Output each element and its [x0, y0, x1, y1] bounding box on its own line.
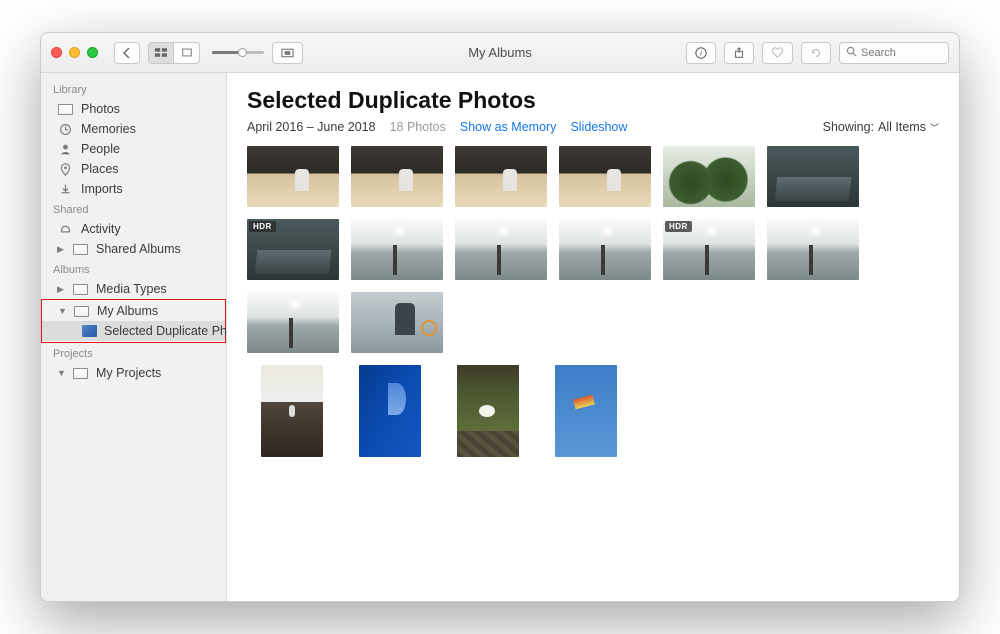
sidebar-item-shared-albums[interactable]: ▶ Shared Albums — [41, 239, 226, 259]
photo-thumb[interactable] — [767, 219, 859, 280]
slideshow-link[interactable]: Slideshow — [570, 120, 627, 134]
sidebar-item-activity[interactable]: Activity — [41, 219, 226, 239]
sidebar-heading-library: Library — [41, 79, 226, 99]
chevron-right-icon: ▶ — [57, 244, 65, 255]
sidebar-item-my-projects[interactable]: ▼ My Projects — [41, 363, 226, 383]
my-albums-icon — [73, 304, 90, 318]
sidebar-item-imports[interactable]: Imports — [41, 179, 226, 199]
share-button[interactable] — [724, 42, 754, 64]
sidebar-label: Memories — [81, 122, 136, 136]
shared-albums-icon — [72, 242, 89, 256]
sidebar-label: Places — [81, 162, 119, 176]
aspect-toggle-icon[interactable] — [272, 42, 303, 64]
photos-icon — [57, 102, 74, 116]
hdr-badge: HDR — [665, 221, 692, 232]
zoom-slider[interactable] — [212, 51, 264, 54]
photo-thumb[interactable] — [555, 365, 617, 457]
sidebar: Library Photos Memories People Places Im… — [41, 73, 227, 601]
photo-thumb[interactable] — [559, 219, 651, 280]
sidebar-item-media-types[interactable]: ▶ Media Types — [41, 279, 226, 299]
photo-thumb[interactable] — [359, 365, 421, 457]
show-as-memory-link[interactable]: Show as Memory — [460, 120, 557, 134]
people-icon — [57, 142, 74, 156]
main-content: Selected Duplicate Photos April 2016 – J… — [227, 73, 959, 601]
sidebar-label: Imports — [81, 182, 123, 196]
photo-thumb[interactable] — [663, 146, 755, 207]
photo-grid: HDR HDR — [247, 146, 939, 353]
sidebar-heading-projects: Projects — [41, 343, 226, 363]
highlighted-my-albums-section: ▼ My Albums Selected Duplicate Photos — [41, 299, 226, 343]
maximize-button[interactable] — [87, 47, 98, 58]
sidebar-item-people[interactable]: People — [41, 139, 226, 159]
photo-thumb[interactable] — [351, 146, 443, 207]
sidebar-label: Selected Duplicate Photos — [104, 324, 227, 338]
rotate-button[interactable] — [801, 42, 831, 64]
window-body: Library Photos Memories People Places Im… — [41, 73, 959, 601]
sidebar-item-places[interactable]: Places — [41, 159, 226, 179]
sidebar-item-my-albums[interactable]: ▼ My Albums — [42, 301, 225, 321]
sidebar-label: Photos — [81, 102, 120, 116]
photo-thumb[interactable] — [455, 146, 547, 207]
toolbar-left — [114, 42, 303, 64]
sidebar-heading-shared: Shared — [41, 199, 226, 219]
photo-thumb[interactable] — [247, 146, 339, 207]
my-projects-icon — [72, 366, 89, 380]
activity-icon — [57, 222, 74, 236]
photo-thumb[interactable] — [559, 146, 651, 207]
chevron-down-icon: ﹀ — [930, 121, 939, 134]
search-icon — [846, 46, 857, 60]
memories-icon — [57, 122, 74, 136]
photos-window: My Albums i Library — [40, 32, 960, 602]
page-title: Selected Duplicate Photos — [247, 87, 939, 114]
favorite-button[interactable] — [762, 42, 793, 64]
date-range: April 2016 – June 2018 — [247, 120, 376, 134]
minimize-button[interactable] — [69, 47, 80, 58]
chevron-down-icon: ▼ — [58, 306, 66, 316]
back-button[interactable] — [114, 42, 140, 64]
sidebar-label: Activity — [81, 222, 121, 236]
photo-thumb[interactable] — [247, 292, 339, 353]
photo-thumb[interactable] — [457, 365, 519, 457]
photo-thumb[interactable] — [767, 146, 859, 207]
svg-text:i: i — [700, 48, 702, 57]
showing-value: All Items — [878, 120, 926, 134]
close-button[interactable] — [51, 47, 62, 58]
sidebar-label: My Projects — [96, 366, 161, 380]
meta-row: April 2016 – June 2018 18 Photos Show as… — [247, 120, 939, 134]
info-button[interactable]: i — [686, 42, 716, 64]
window-controls — [51, 47, 98, 58]
search-field[interactable] — [839, 42, 949, 64]
view-mode-segment[interactable] — [148, 42, 200, 64]
sidebar-item-selected-duplicate-photos[interactable]: Selected Duplicate Photos — [42, 321, 225, 341]
sidebar-label: My Albums — [97, 304, 158, 318]
showing-filter[interactable]: Showing: All Items ﹀ — [823, 120, 939, 134]
showing-label: Showing: — [823, 120, 874, 134]
sidebar-heading-albums: Albums — [41, 259, 226, 279]
sidebar-item-photos[interactable]: Photos — [41, 99, 226, 119]
album-thumb-icon — [82, 324, 97, 338]
toolbar-right: i — [686, 42, 949, 64]
sidebar-item-memories[interactable]: Memories — [41, 119, 226, 139]
hdr-badge: HDR — [249, 221, 276, 232]
photo-thumb[interactable]: HDR — [247, 219, 339, 280]
imports-icon — [57, 182, 74, 196]
chevron-right-icon: ▶ — [57, 284, 65, 295]
sidebar-label: Media Types — [96, 282, 167, 296]
chevron-down-icon: ▼ — [57, 368, 65, 378]
photo-grid-row3 — [247, 365, 939, 457]
places-icon — [57, 162, 74, 176]
photo-thumb[interactable] — [455, 219, 547, 280]
photo-thumb[interactable] — [351, 219, 443, 280]
photo-count: 18 Photos — [390, 120, 446, 134]
view-thumbnail-icon[interactable] — [148, 42, 174, 64]
photo-thumb[interactable]: HDR — [663, 219, 755, 280]
photo-thumb[interactable] — [261, 365, 323, 457]
search-input[interactable] — [861, 47, 942, 59]
photo-thumb[interactable] — [351, 292, 443, 353]
media-types-icon — [72, 282, 89, 296]
sidebar-label: People — [81, 142, 120, 156]
sidebar-label: Shared Albums — [96, 242, 181, 256]
titlebar: My Albums i — [41, 33, 959, 73]
view-single-icon[interactable] — [174, 42, 200, 64]
